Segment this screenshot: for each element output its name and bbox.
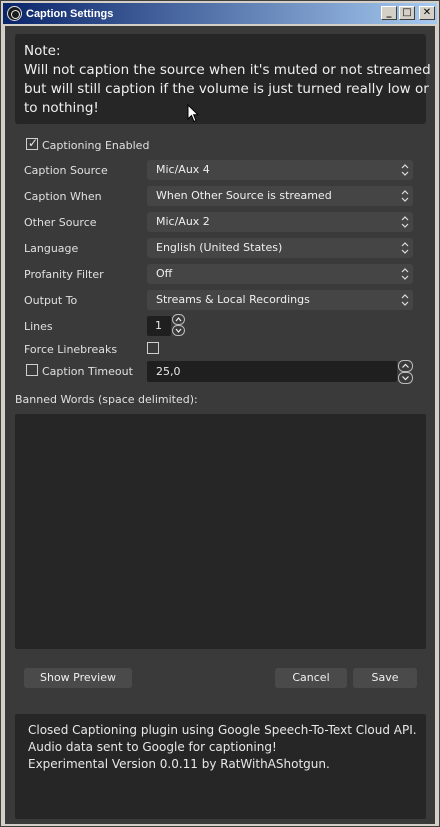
caption-timeout-input[interactable]: 25,0: [147, 361, 397, 382]
caption-when-select[interactable]: When Other Source is streamed: [147, 186, 413, 206]
caption-timeout-label: Caption Timeout: [42, 365, 133, 378]
profanity-filter-select[interactable]: Off: [147, 264, 413, 284]
chevron-updown-icon: [401, 294, 409, 306]
chevron-updown-icon: [401, 216, 409, 228]
note-line: Will not caption the source when it's mu…: [24, 62, 431, 78]
output-to-label: Output To: [24, 294, 78, 307]
caption-timeout-value: 25,0: [156, 365, 181, 378]
stepper-arrows-icon[interactable]: [398, 360, 413, 384]
show-preview-button[interactable]: Show Preview: [24, 668, 132, 688]
obs-logo-icon: [7, 6, 22, 21]
caption-source-value: Mic/Aux 4: [156, 163, 210, 176]
caption-timeout-stepper: [398, 360, 413, 384]
info-line: Closed Captioning plugin using Google Sp…: [28, 723, 417, 737]
chevron-updown-icon: [401, 164, 409, 176]
caption-timeout-checkbox[interactable]: [26, 364, 38, 376]
cancel-button[interactable]: Cancel: [275, 668, 347, 688]
caption-settings-window: Caption Settings _ □ ✕ Note: Will not ca…: [0, 0, 440, 827]
caption-when-label: Caption When: [24, 190, 102, 203]
mouse-cursor-icon: [187, 104, 199, 123]
captioning-enabled-label: Captioning Enabled: [42, 139, 150, 152]
language-label: Language: [24, 242, 79, 255]
note-line: but will still caption if the volume is …: [24, 81, 429, 97]
lines-value: 1: [155, 319, 162, 332]
stepper-arrows-icon[interactable]: [172, 314, 185, 336]
captioning-enabled-checkbox[interactable]: ✓: [26, 136, 39, 150]
version-line: Experimental Version 0.0.11 by RatWithAS…: [28, 757, 330, 771]
other-source-label: Other Source: [24, 216, 97, 229]
profanity-filter-label: Profanity Filter: [24, 268, 104, 281]
note-heading: Note:: [24, 43, 61, 59]
banned-words-label: Banned Words (space delimited):: [15, 393, 198, 406]
output-to-value: Streams & Local Recordings: [156, 293, 310, 306]
window-controls: _ □ ✕: [381, 6, 435, 20]
minimize-button[interactable]: _: [381, 6, 397, 20]
output-to-select[interactable]: Streams & Local Recordings: [147, 290, 413, 310]
caption-source-select[interactable]: Mic/Aux 4: [147, 160, 413, 180]
maximize-button[interactable]: □: [399, 6, 415, 20]
lines-stepper: [172, 314, 185, 336]
checkmark-icon: ✓: [28, 136, 39, 150]
language-select[interactable]: English (United States): [147, 238, 413, 258]
chevron-updown-icon: [401, 242, 409, 254]
plugin-info-panel: Closed Captioning plugin using Google Sp…: [15, 714, 426, 819]
caption-when-value: When Other Source is streamed: [156, 189, 332, 202]
other-source-select[interactable]: Mic/Aux 2: [147, 212, 413, 232]
title-bar[interactable]: Caption Settings _ □ ✕: [3, 3, 437, 24]
caption-source-label: Caption Source: [24, 164, 108, 177]
chevron-updown-icon: [401, 268, 409, 280]
lines-spinbox[interactable]: 1: [147, 316, 171, 336]
chevron-updown-icon: [401, 190, 409, 202]
save-button[interactable]: Save: [353, 668, 417, 688]
other-source-value: Mic/Aux 2: [156, 215, 210, 228]
language-value: English (United States): [156, 241, 283, 254]
settings-content: Note: Will not caption the source when i…: [5, 26, 435, 824]
banned-words-textarea[interactable]: [15, 414, 426, 649]
close-button[interactable]: ✕: [419, 6, 435, 20]
profanity-filter-value: Off: [156, 267, 173, 280]
lines-label: Lines: [24, 320, 53, 333]
force-linebreaks-checkbox[interactable]: [147, 342, 159, 354]
window-title: Caption Settings: [26, 7, 114, 20]
note-line: to nothing!: [24, 100, 99, 116]
info-line: Audio data sent to Google for captioning…: [28, 740, 277, 754]
force-linebreaks-label: Force Linebreaks: [24, 343, 118, 356]
note-panel: Note: Will not caption the source when i…: [15, 34, 431, 124]
